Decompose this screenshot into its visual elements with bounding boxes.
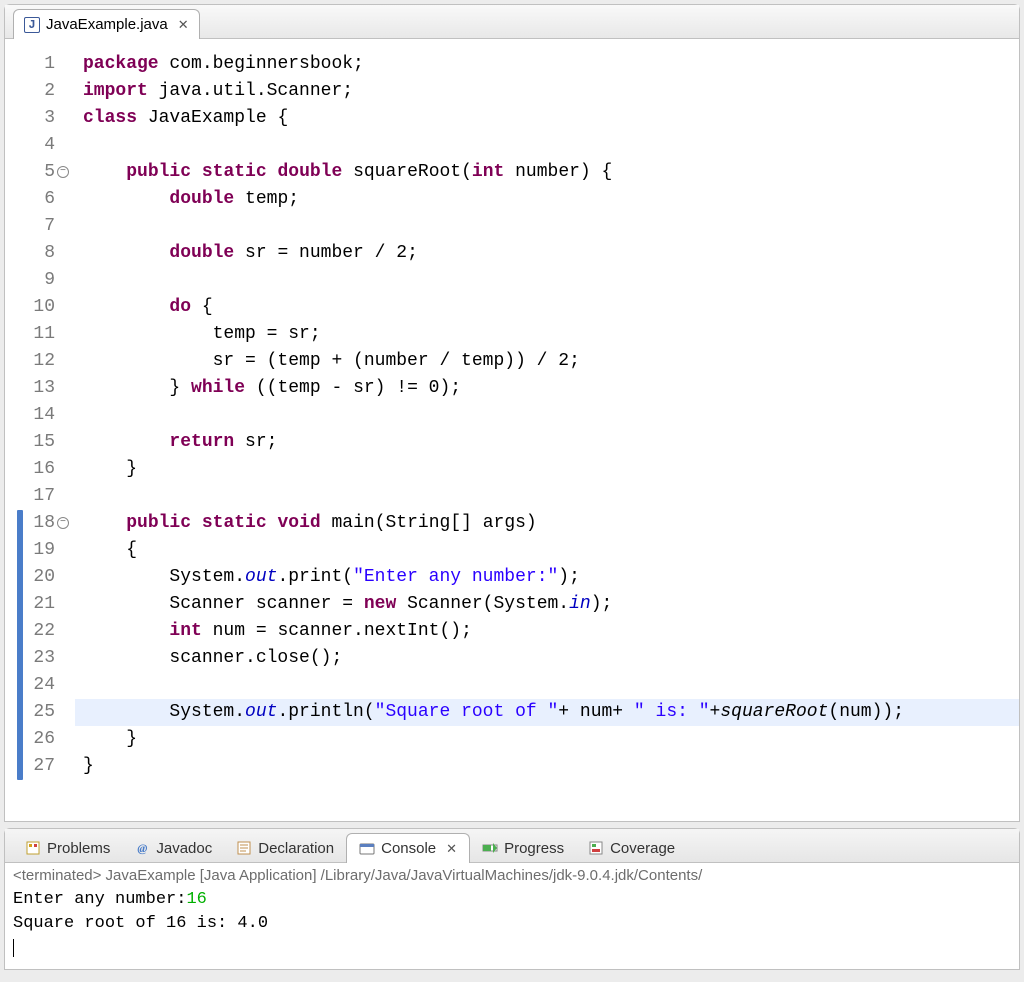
line-number: 19	[5, 537, 67, 564]
bottom-views-pane: Problems @ Javadoc Declaration Console ✕ Progr…	[4, 828, 1020, 970]
code-line[interactable]	[83, 267, 1019, 294]
line-number: 27	[5, 753, 67, 780]
view-tab-progress[interactable]: Progress	[470, 833, 576, 863]
code-line[interactable]: class JavaExample {	[83, 105, 1019, 132]
line-number: 18−	[5, 510, 67, 537]
code-editor[interactable]: 12345−6789101112131415161718−19202122232…	[5, 39, 1019, 821]
code-line[interactable]: package com.beginnersbook;	[83, 51, 1019, 78]
coverage-icon	[588, 840, 604, 856]
progress-icon	[482, 840, 498, 856]
code-line[interactable]: }	[83, 456, 1019, 483]
code-line[interactable]: {	[83, 537, 1019, 564]
line-number: 8	[5, 240, 67, 267]
view-tab-bar: Problems @ Javadoc Declaration Console ✕ Progr…	[5, 829, 1019, 863]
line-number: 15	[5, 429, 67, 456]
code-line[interactable]: }	[83, 753, 1019, 780]
editor-tab-bar: J JavaExample.java ✕	[5, 5, 1019, 39]
console-line: Square root of 16 is: 4.0	[13, 912, 1011, 936]
line-number: 2	[5, 78, 67, 105]
fold-toggle-icon[interactable]: −	[57, 166, 69, 178]
line-number: 25	[5, 699, 67, 726]
line-number: 24	[5, 672, 67, 699]
line-number: 14	[5, 402, 67, 429]
line-number: 12	[5, 348, 67, 375]
console-cursor-line	[13, 936, 1011, 960]
line-number: 7	[5, 213, 67, 240]
view-tab-label: Javadoc	[156, 840, 212, 857]
line-number: 17	[5, 483, 67, 510]
view-tab-coverage[interactable]: Coverage	[576, 833, 687, 863]
view-tab-label: Declaration	[258, 840, 334, 857]
console-output[interactable]: Enter any number:16Square root of 16 is:…	[5, 888, 1019, 960]
code-body[interactable]: package com.beginnersbook;import java.ut…	[75, 39, 1019, 821]
text-cursor	[13, 939, 14, 957]
line-number: 13	[5, 375, 67, 402]
code-line[interactable]: System.out.print("Enter any number:");	[83, 564, 1019, 591]
view-tab-console[interactable]: Console ✕	[346, 833, 470, 863]
line-number: 5−	[5, 159, 67, 186]
view-tab-label: Problems	[47, 840, 110, 857]
console-status-line: <terminated> JavaExample [Java Applicati…	[5, 863, 1019, 888]
line-number: 26	[5, 726, 67, 753]
code-line[interactable]: int num = scanner.nextInt();	[83, 618, 1019, 645]
line-number: 21	[5, 591, 67, 618]
java-file-icon: J	[24, 17, 40, 33]
line-number: 10	[5, 294, 67, 321]
view-tab-problems[interactable]: Problems	[13, 833, 122, 863]
line-number: 22	[5, 618, 67, 645]
code-line[interactable]	[83, 402, 1019, 429]
code-line[interactable]	[83, 483, 1019, 510]
code-line[interactable]: } while ((temp - sr) != 0);	[83, 375, 1019, 402]
line-number: 9	[5, 267, 67, 294]
code-line[interactable]: }	[83, 726, 1019, 753]
fold-toggle-icon[interactable]: −	[57, 517, 69, 529]
editor-tab-filename: JavaExample.java	[46, 16, 168, 33]
line-number: 23	[5, 645, 67, 672]
view-tab-label: Console	[381, 840, 436, 857]
code-line[interactable]: import java.util.Scanner;	[83, 78, 1019, 105]
line-number: 6	[5, 186, 67, 213]
view-tab-label: Progress	[504, 840, 564, 857]
declaration-icon	[236, 840, 252, 856]
problems-icon	[25, 840, 41, 856]
line-number: 3	[5, 105, 67, 132]
code-line[interactable]: return sr;	[83, 429, 1019, 456]
code-line[interactable]: double temp;	[83, 186, 1019, 213]
code-line[interactable]: System.out.println("Square root of "+ nu…	[83, 699, 1019, 726]
line-number: 1	[5, 51, 67, 78]
editor-pane: J JavaExample.java ✕ 12345−6789101112131…	[4, 4, 1020, 822]
line-number-gutter: 12345−6789101112131415161718−19202122232…	[5, 39, 75, 821]
code-line[interactable]: public static void main(String[] args)	[83, 510, 1019, 537]
code-line[interactable]: do {	[83, 294, 1019, 321]
console-line: Enter any number:16	[13, 888, 1011, 912]
view-tab-javadoc[interactable]: @ Javadoc	[122, 833, 224, 863]
line-number: 4	[5, 132, 67, 159]
editor-tab-javaexample[interactable]: J JavaExample.java ✕	[13, 9, 200, 39]
line-number: 11	[5, 321, 67, 348]
code-line[interactable]: scanner.close();	[83, 645, 1019, 672]
line-number: 16	[5, 456, 67, 483]
code-line[interactable]	[83, 132, 1019, 159]
console-icon	[359, 841, 375, 857]
close-icon[interactable]: ✕	[446, 841, 457, 857]
code-line[interactable]	[83, 672, 1019, 699]
javadoc-icon: @	[134, 840, 150, 856]
close-icon[interactable]: ✕	[178, 17, 189, 33]
code-line[interactable]: double sr = number / 2;	[83, 240, 1019, 267]
code-line[interactable]: public static double squareRoot(int numb…	[83, 159, 1019, 186]
view-tab-label: Coverage	[610, 840, 675, 857]
code-line[interactable]: sr = (temp + (number / temp)) / 2;	[83, 348, 1019, 375]
view-tab-declaration[interactable]: Declaration	[224, 833, 346, 863]
code-line[interactable]	[83, 213, 1019, 240]
code-line[interactable]: temp = sr;	[83, 321, 1019, 348]
code-line[interactable]: Scanner scanner = new Scanner(System.in)…	[83, 591, 1019, 618]
line-number: 20	[5, 564, 67, 591]
